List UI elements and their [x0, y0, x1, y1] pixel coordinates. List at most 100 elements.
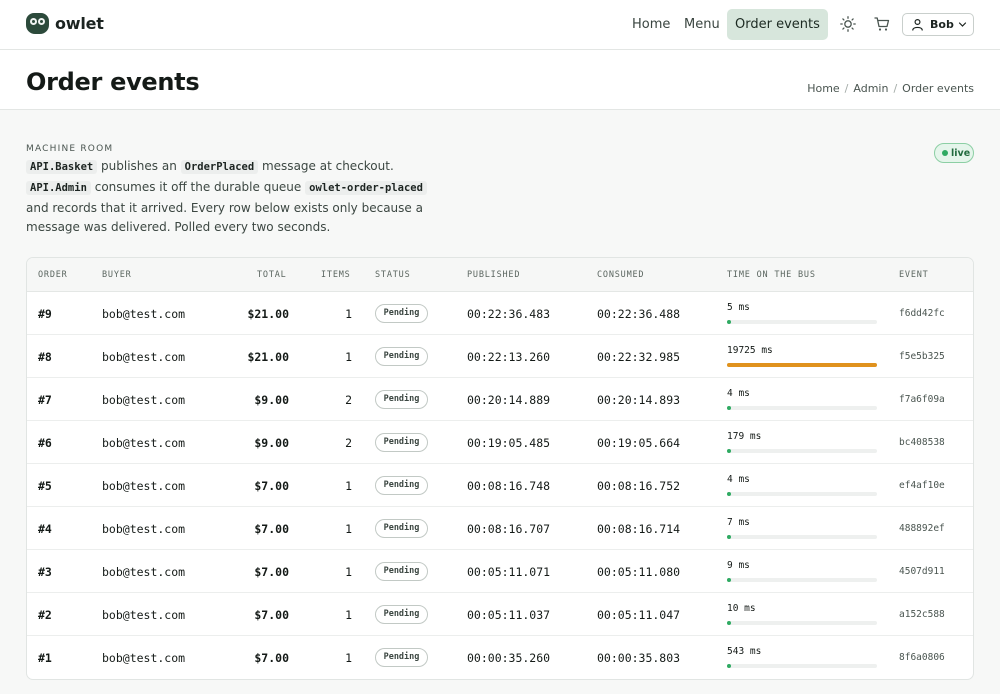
order-total: $7.00	[254, 522, 289, 536]
bus-duration-bar	[727, 492, 877, 496]
breadcrumb-admin[interactable]: Admin	[853, 82, 888, 95]
bus-duration-label: 7 ms	[727, 517, 750, 528]
bus-duration-label: 543 ms	[727, 646, 762, 657]
event-id: 488892ef	[899, 523, 945, 534]
bus-duration-label: 5 ms	[727, 302, 750, 313]
breadcrumb-current: Order events	[902, 82, 974, 95]
item-count: 1	[345, 651, 352, 665]
bus-duration-bar	[727, 578, 877, 582]
item-count: 1	[345, 565, 352, 579]
section-eyebrow: MACHINE ROOM	[26, 144, 114, 154]
bus-duration-bar	[727, 320, 877, 324]
breadcrumb-separator: /	[844, 82, 849, 95]
published-time: 00:22:36.483	[467, 307, 551, 321]
consumed-time: 00:20:14.893	[597, 393, 681, 407]
consumed-time: 00:00:35.803	[597, 651, 681, 665]
owl-logo-icon	[26, 13, 49, 34]
bus-duration-bar	[727, 664, 877, 668]
consumed-time: 00:19:05.664	[597, 436, 681, 450]
status-badge: Pending	[375, 562, 428, 581]
event-id: f7a6f09a	[899, 394, 945, 405]
order-number: #8	[38, 350, 52, 364]
bus-duration-fill	[727, 578, 731, 582]
col-buyer: BUYER	[102, 270, 132, 280]
bus-duration-fill	[727, 320, 731, 324]
order-events-table: ORDER BUYER TOTAL ITEMS STATUS PUBLISHED…	[26, 257, 974, 680]
item-count: 2	[345, 436, 352, 450]
item-count: 1	[345, 522, 352, 536]
table-row: #6 bob@test.com $9.00 2 Pending 00:19:05.485 0…	[27, 421, 973, 464]
table-row: #8 bob@test.com $21.00 1 Pending 00:22:13.260…	[27, 335, 973, 378]
order-total: $7.00	[254, 651, 289, 665]
item-count: 2	[345, 393, 352, 407]
table-row: #3 bob@test.com $7.00 1 Pending 00:05:11.071 0…	[27, 550, 973, 593]
status-badge: Pending	[375, 433, 428, 452]
code-api-basket: API.Basket	[26, 160, 98, 174]
status-badge: Pending	[375, 648, 428, 667]
bus-duration-bar	[727, 535, 877, 539]
published-time: 00:08:16.707	[467, 522, 551, 536]
bus-duration-fill	[727, 406, 731, 410]
status-badge: Pending	[375, 304, 428, 323]
page-title: Order events	[26, 68, 200, 96]
buyer-email: bob@test.com	[102, 307, 186, 321]
event-id: bc408538	[899, 437, 945, 448]
cart-button[interactable]	[873, 15, 891, 33]
bus-duration-label: 9 ms	[727, 560, 750, 571]
order-total: $7.00	[254, 565, 289, 579]
breadcrumb-home[interactable]: Home	[807, 82, 839, 95]
brand-name: owlet	[55, 14, 104, 33]
nav-home[interactable]: Home	[624, 9, 678, 40]
bus-duration-fill	[727, 664, 731, 668]
status-badge: Pending	[375, 390, 428, 409]
buyer-email: bob@test.com	[102, 479, 186, 493]
theme-toggle-button[interactable]	[839, 15, 857, 33]
col-time-on-bus: TIME ON THE BUS	[727, 270, 816, 280]
buyer-email: bob@test.com	[102, 522, 186, 536]
col-status: STATUS	[375, 270, 411, 280]
brand-link[interactable]: owlet	[26, 13, 104, 34]
sun-icon	[840, 16, 856, 32]
buyer-email: bob@test.com	[102, 393, 186, 407]
col-items: ITEMS	[321, 270, 351, 280]
published-time: 00:08:16.748	[467, 479, 551, 493]
nav-order-events[interactable]: Order events	[727, 9, 828, 40]
buyer-email: bob@test.com	[102, 608, 186, 622]
event-id: 8f6a0806	[899, 652, 945, 663]
bus-duration-fill	[727, 449, 731, 453]
col-event: EVENT	[899, 270, 929, 280]
col-order: ORDER	[38, 270, 68, 280]
cart-icon	[874, 17, 890, 31]
published-time: 00:00:35.260	[467, 651, 551, 665]
buyer-email: bob@test.com	[102, 436, 186, 450]
nav-menu[interactable]: Menu	[676, 9, 728, 40]
order-total: $9.00	[254, 393, 289, 407]
order-number: #7	[38, 393, 52, 407]
chevron-down-icon	[958, 22, 967, 27]
bus-duration-bar	[727, 406, 877, 410]
buyer-email: bob@test.com	[102, 350, 186, 364]
order-total: $7.00	[254, 479, 289, 493]
intro-description: API.Basket publishes an OrderPlaced mess…	[26, 157, 446, 238]
order-number: #6	[38, 436, 52, 450]
consumed-time: 00:08:16.714	[597, 522, 681, 536]
order-number: #4	[38, 522, 52, 536]
col-total: TOTAL	[257, 270, 287, 280]
status-badge: Pending	[375, 519, 428, 538]
live-dot-icon	[942, 150, 948, 156]
order-number: #3	[38, 565, 52, 579]
table-row: #7 bob@test.com $9.00 2 Pending 00:20:14.889 0…	[27, 378, 973, 421]
status-badge: Pending	[375, 476, 428, 495]
user-icon	[912, 18, 923, 31]
table-row: #5 bob@test.com $7.00 1 Pending 00:08:16.748 0…	[27, 464, 973, 507]
buyer-email: bob@test.com	[102, 651, 186, 665]
col-consumed: CONSUMED	[597, 270, 645, 280]
table-row: #2 bob@test.com $7.00 1 Pending 00:05:11.037 0…	[27, 593, 973, 636]
user-menu-button[interactable]: Bob	[902, 13, 974, 36]
bus-duration-label: 10 ms	[727, 603, 756, 614]
bus-duration-bar	[727, 363, 877, 367]
published-time: 00:20:14.889	[467, 393, 551, 407]
bus-duration-label: 4 ms	[727, 388, 750, 399]
event-id: ef4af10e	[899, 480, 945, 491]
item-count: 1	[345, 608, 352, 622]
